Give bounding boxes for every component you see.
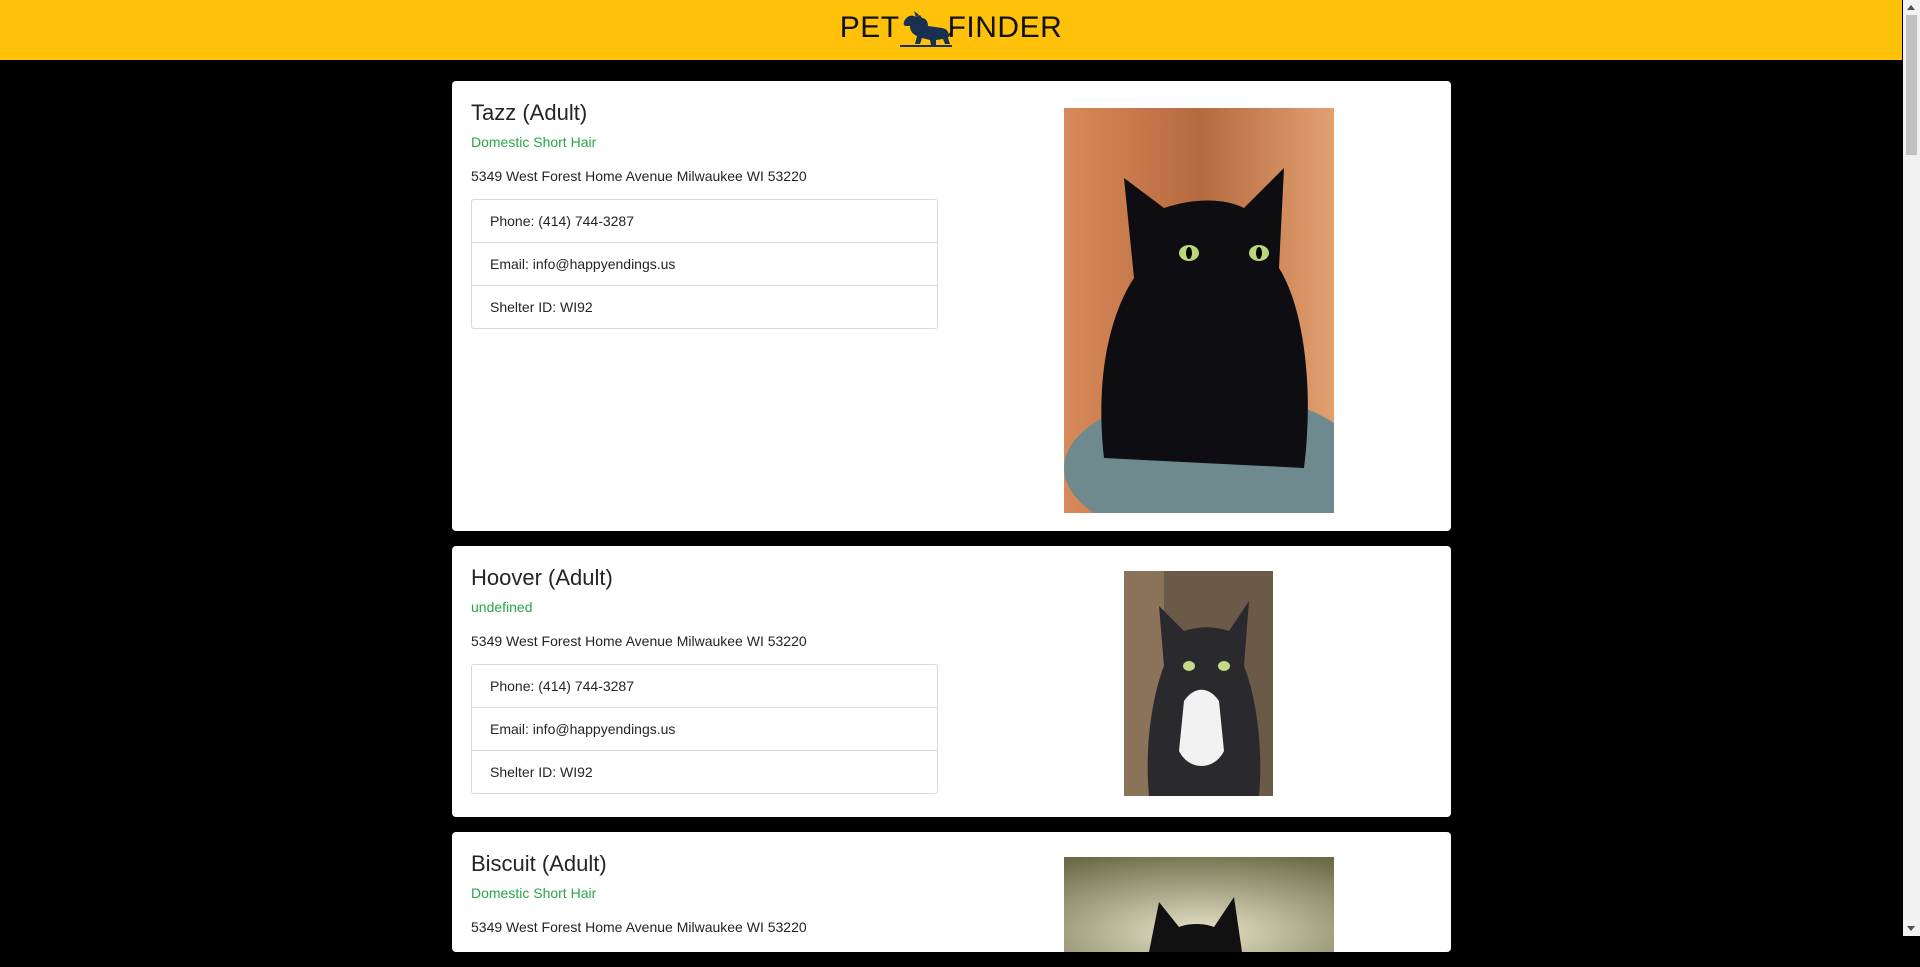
pet-info: Tazz (Adult) Domestic Short Hair 5349 We… <box>471 100 938 329</box>
logo-text-finder: FINDER <box>947 11 1063 44</box>
dog-logo-icon <box>899 11 953 47</box>
pet-info: Biscuit (Adult) Domestic Short Hair 5349… <box>471 851 938 950</box>
pet-card: Tazz (Adult) Domestic Short Hair 5349 We… <box>452 81 1451 531</box>
pet-name: Hoover (Adult) <box>471 565 613 590</box>
contact-phone: Phone: (414) 744-3287 <box>472 200 937 243</box>
contact-list: Phone: (414) 744-3287 Email: info@happye… <box>471 664 938 794</box>
logo-text-pet: PET <box>839 11 900 44</box>
scrollbar-thumb[interactable] <box>1906 15 1917 155</box>
pet-breed: undefined <box>471 599 533 615</box>
pet-breed: Domestic Short Hair <box>471 134 597 150</box>
pet-card: Hoover (Adult) undefined 5349 West Fores… <box>452 546 1451 817</box>
shelter-address: 5349 West Forest Home Avenue Milwaukee W… <box>471 919 807 935</box>
pet-breed: Domestic Short Hair <box>471 885 597 901</box>
pet-photo <box>1064 108 1334 513</box>
pet-name: Biscuit (Adult) <box>471 851 607 876</box>
contact-list: Phone: (414) 744-3287 Email: info@happye… <box>471 199 938 329</box>
pet-photo <box>1064 857 1334 952</box>
contact-email: Email: info@happyendings.us <box>472 243 937 286</box>
contact-email: Email: info@happyendings.us <box>472 708 937 751</box>
pet-photo <box>1124 571 1273 796</box>
pet-info: Hoover (Adult) undefined 5349 West Fores… <box>471 565 938 794</box>
scroll-down-arrow-icon[interactable] <box>1907 926 1915 931</box>
shelter-id: Shelter ID: WI92 <box>490 764 593 780</box>
shelter-address: 5349 West Forest Home Avenue Milwaukee W… <box>471 633 807 649</box>
page-scrollbar[interactable] <box>1903 0 1920 936</box>
site-logo[interactable]: PET FINDER <box>840 8 1063 48</box>
pet-card: Biscuit (Adult) Domestic Short Hair 5349… <box>452 832 1451 952</box>
site-header: PET FINDER <box>0 0 1902 60</box>
shelter-address: 5349 West Forest Home Avenue Milwaukee W… <box>471 168 807 184</box>
contact-phone: Phone: (414) 744-3287 <box>472 665 937 708</box>
pet-results-list: Tazz (Adult) Domestic Short Hair 5349 We… <box>452 81 1451 967</box>
shelter-id: Shelter ID: WI92 <box>490 299 593 315</box>
scroll-up-arrow-icon[interactable] <box>1907 5 1915 10</box>
pet-name: Tazz (Adult) <box>471 100 588 125</box>
